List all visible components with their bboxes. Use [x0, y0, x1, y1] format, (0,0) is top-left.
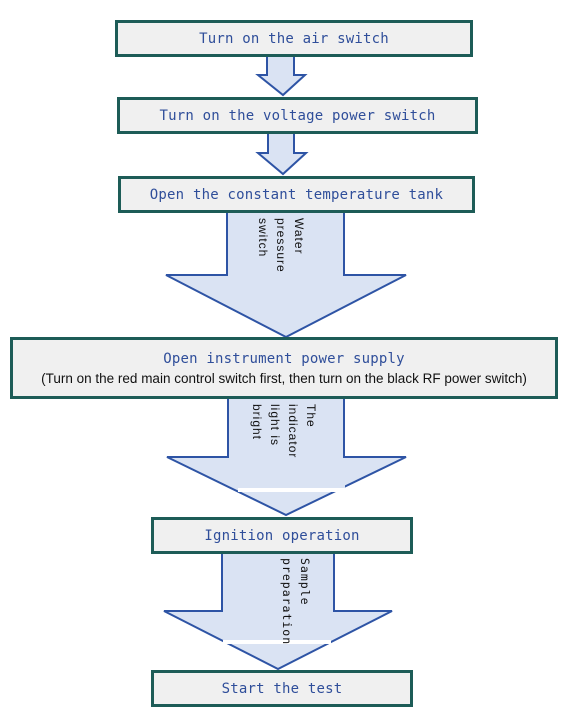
arrow-artifact-white-2 [223, 640, 331, 644]
step-3-label: Open the constant temperature tank [149, 186, 444, 203]
transition-label-sample-preparation: Sample preparation [278, 558, 314, 645]
step-2-label: Turn on the voltage power switch [159, 107, 436, 124]
label-line: pressure [274, 218, 288, 273]
transition-label-water-pressure: Water pressure switch [254, 218, 308, 273]
step-4-label: Open instrument power supply [163, 350, 405, 367]
transition-label-indicator-light: The indicator light is bright [248, 404, 320, 458]
label-line: light is [268, 404, 282, 447]
step-6-box: Start the test [151, 670, 413, 707]
step-6-label: Start the test [221, 680, 343, 697]
label-line: Sample [298, 558, 312, 606]
label-line: preparation [280, 558, 294, 646]
label-line: bright [250, 404, 264, 441]
arrow-artifact-white [238, 488, 344, 492]
step-1-box: Turn on the air switch [115, 20, 473, 57]
step-3-box: Open the constant temperature tank [118, 176, 475, 213]
label-line: The [304, 404, 318, 428]
step-2-box: Turn on the voltage power switch [117, 97, 478, 134]
label-line: Water [292, 218, 306, 255]
label-line: switch [256, 218, 270, 258]
step-4-box: Open instrument power supply (Turn on th… [10, 337, 558, 399]
step-5-box: Ignition operation [151, 517, 413, 554]
arrow-artifact-patch [237, 470, 345, 488]
step-5-label: Ignition operation [204, 527, 360, 544]
arrow-step2-to-step3 [255, 132, 309, 176]
step-4-note: (Turn on the red main control switch fir… [41, 370, 527, 386]
label-line: indicator [286, 404, 300, 459]
step-1-label: Turn on the air switch [199, 30, 389, 47]
arrow-step1-to-step2 [255, 55, 308, 97]
